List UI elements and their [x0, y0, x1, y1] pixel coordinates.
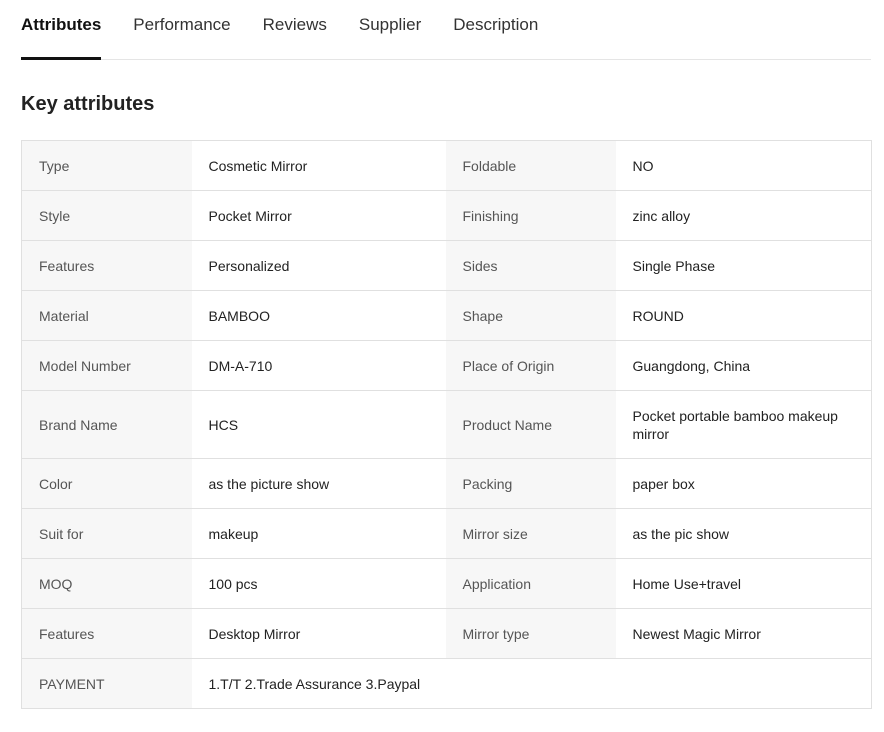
attribute-name: Features	[21, 240, 192, 291]
attribute-name: Application	[445, 558, 616, 609]
attribute-name: Mirror type	[445, 608, 616, 659]
table-row: Features Desktop Mirror Mirror type Newe…	[21, 608, 872, 659]
attribute-name: Type	[21, 140, 192, 191]
attribute-value: makeup	[191, 508, 446, 559]
attribute-name: Suit for	[21, 508, 192, 559]
table-row: Brand Name HCS Product Name Pocket porta…	[21, 390, 872, 459]
attribute-value: ROUND	[615, 290, 872, 341]
attribute-name: Finishing	[445, 190, 616, 241]
attribute-value: Guangdong, China	[615, 340, 872, 391]
tab-reviews[interactable]: Reviews	[263, 0, 327, 59]
attribute-value: 100 pcs	[191, 558, 446, 609]
attribute-name: Material	[21, 290, 192, 341]
attribute-value: Personalized	[191, 240, 446, 291]
attribute-name: Color	[21, 458, 192, 509]
table-row: Features Personalized Sides Single Phase	[21, 240, 872, 291]
attribute-value: paper box	[615, 458, 872, 509]
attribute-value: Newest Magic Mirror	[615, 608, 872, 659]
attribute-value: Desktop Mirror	[191, 608, 446, 659]
attribute-value: zinc alloy	[615, 190, 872, 241]
attribute-value: as the pic show	[615, 508, 872, 559]
attribute-name: MOQ	[21, 558, 192, 609]
table-row: Color as the picture show Packing paper …	[21, 458, 872, 509]
attribute-name: Sides	[445, 240, 616, 291]
attribute-value: Cosmetic Mirror	[191, 140, 446, 191]
attribute-name: Place of Origin	[445, 340, 616, 391]
attribute-name: Shape	[445, 290, 616, 341]
tab-supplier[interactable]: Supplier	[359, 0, 421, 59]
table-row: MOQ 100 pcs Application Home Use+travel	[21, 558, 872, 609]
attribute-name: Model Number	[21, 340, 192, 391]
attribute-value: HCS	[191, 390, 446, 459]
attribute-name: Brand Name	[21, 390, 192, 459]
attribute-value: Single Phase	[615, 240, 872, 291]
tab-bar: Attributes Performance Reviews Supplier …	[21, 0, 871, 60]
payment-value: 1.T/T 2.Trade Assurance 3.Paypal	[191, 658, 872, 709]
attribute-name: Packing	[445, 458, 616, 509]
tab-description[interactable]: Description	[453, 0, 538, 59]
table-row: Type Cosmetic Mirror Foldable NO	[21, 140, 872, 191]
table-row: Suit for makeup Mirror size as the pic s…	[21, 508, 872, 559]
table-row: Style Pocket Mirror Finishing zinc alloy	[21, 190, 872, 241]
payment-label: PAYMENT	[21, 658, 192, 709]
attribute-name: Foldable	[445, 140, 616, 191]
table-row: Material BAMBOO Shape ROUND	[21, 290, 872, 341]
table-row: PAYMENT 1.T/T 2.Trade Assurance 3.Paypal	[21, 658, 872, 709]
attribute-name: Mirror size	[445, 508, 616, 559]
attribute-value: BAMBOO	[191, 290, 446, 341]
key-attributes-table: Type Cosmetic Mirror Foldable NO Style P…	[21, 140, 872, 709]
attribute-value: Home Use+travel	[615, 558, 872, 609]
section-title: Key attributes	[21, 93, 155, 115]
tab-performance[interactable]: Performance	[133, 0, 230, 59]
attribute-value: Pocket portable bamboo makeup mirror	[615, 390, 872, 459]
attribute-value: NO	[615, 140, 872, 191]
attribute-value: as the picture show	[191, 458, 446, 509]
attribute-value: DM-A-710	[191, 340, 446, 391]
attribute-name: Features	[21, 608, 192, 659]
attribute-value: Pocket Mirror	[191, 190, 446, 241]
attribute-name: Product Name	[445, 390, 616, 459]
table-row: Model Number DM-A-710 Place of Origin Gu…	[21, 340, 872, 391]
attribute-name: Style	[21, 190, 192, 241]
tab-attributes[interactable]: Attributes	[21, 0, 102, 60]
